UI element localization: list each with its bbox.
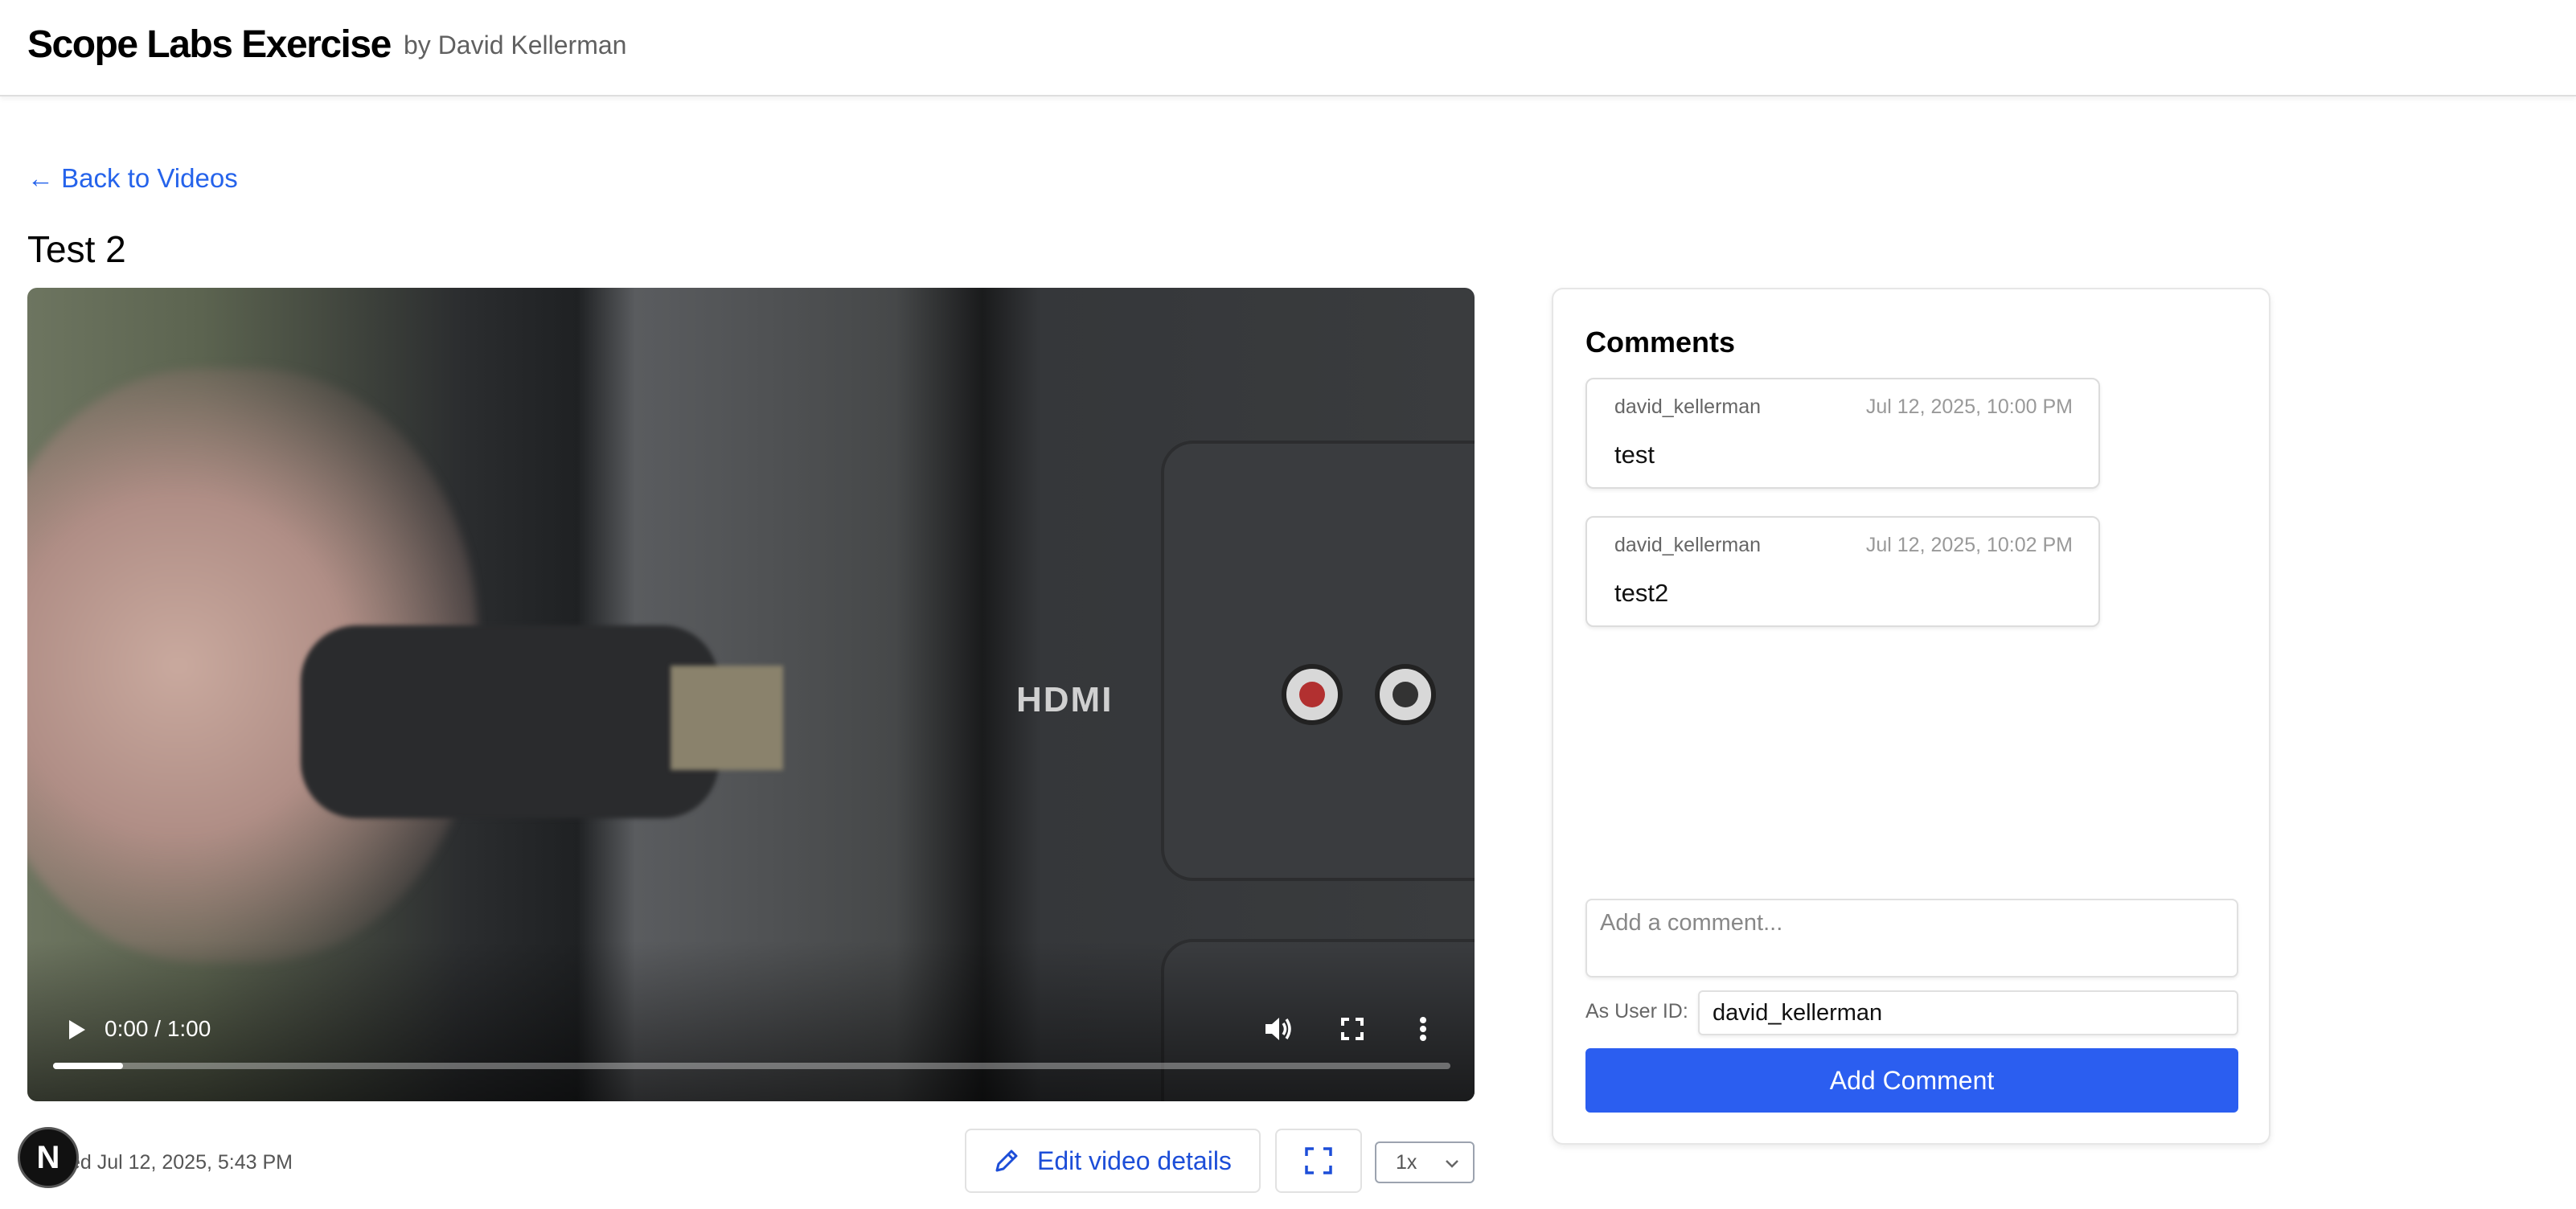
video-frame-plug (671, 666, 783, 770)
comment-user: david_kellerman (1614, 534, 1762, 556)
add-comment-button[interactable]: Add Comment (1585, 1048, 2238, 1113)
fullscreen-button[interactable] (1330, 1006, 1375, 1051)
playback-speed-value: 1x (1396, 1150, 1417, 1174)
video-frame-jack-red (1282, 664, 1343, 725)
video-progress-fill (53, 1063, 123, 1069)
edit-video-details-button[interactable]: Edit video details (965, 1129, 1261, 1193)
comment-item: david_kellerman Jul 12, 2025, 10:02 PM t… (1585, 516, 2100, 627)
play-button[interactable] (56, 1010, 96, 1050)
video-frame-hdmi-text: HDMI (1016, 680, 1114, 719)
comment-user: david_kellerman (1614, 395, 1762, 418)
pencil-icon (995, 1150, 1018, 1172)
edit-video-details-label: Edit video details (1037, 1145, 1232, 1175)
volume-button[interactable] (1256, 1006, 1301, 1051)
video-frame-dongle (301, 625, 719, 818)
comment-timestamp: Jul 12, 2025, 10:00 PM (1865, 395, 2073, 418)
back-to-videos-link[interactable]: ← Back to Videos (27, 159, 238, 198)
user-id-label: As User ID: (1585, 1000, 1688, 1023)
app-title: Scope Labs Exercise (27, 23, 392, 66)
comment-timestamp: Jul 12, 2025, 10:02 PM (1865, 534, 2073, 556)
comment-text: test2 (1614, 579, 1669, 607)
comment-text: test (1614, 441, 1655, 469)
expand-icon (1305, 1147, 1332, 1174)
comment-item: david_kellerman Jul 12, 2025, 10:00 PM t… (1585, 378, 2100, 489)
play-icon (69, 1020, 85, 1039)
created-date: ed Jul 12, 2025, 5:43 PM (69, 1151, 293, 1174)
comment-input[interactable] (1585, 899, 2238, 977)
fullscreen-icon (1341, 1018, 1364, 1040)
comments-heading: Comments (1585, 326, 1736, 359)
video-frame-jack-white (1375, 664, 1436, 725)
badge-letter: N (36, 1139, 60, 1175)
user-id-input[interactable] (1698, 990, 2238, 1035)
app-author: by David Kellerman (404, 31, 627, 59)
expand-button[interactable] (1275, 1129, 1362, 1193)
video-frame-panel (1161, 441, 1475, 881)
video-time-display: 0:00 / 1:00 (105, 1016, 211, 1041)
video-progress-bar[interactable] (53, 1063, 1450, 1069)
more-vertical-icon (1420, 1017, 1426, 1041)
chevron-down-icon (1446, 1160, 1458, 1168)
dev-tools-badge[interactable]: N (18, 1127, 79, 1188)
video-title: Test 2 (27, 228, 126, 270)
playback-speed-select[interactable]: 1x (1375, 1141, 1475, 1183)
more-options-button[interactable] (1407, 1006, 1439, 1051)
volume-icon (1265, 1018, 1291, 1040)
video-player[interactable]: HDMI 0:00 / 1:00 (27, 288, 1475, 1101)
